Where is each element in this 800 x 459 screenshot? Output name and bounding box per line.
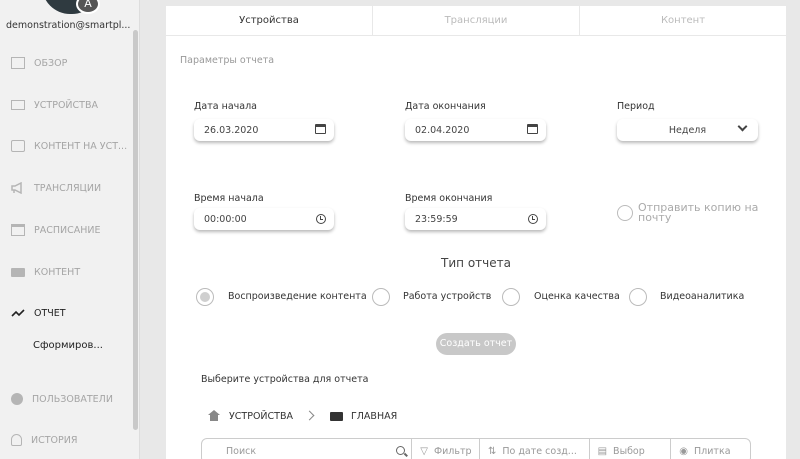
sidebar-item-content[interactable]: КОНТЕНТ [0, 257, 132, 287]
sidebar-item-label: УСТРОЙСТВА [34, 99, 98, 111]
sidebar-item-label: ИСТОРИЯ [31, 434, 78, 446]
send-copy-checkbox[interactable] [617, 205, 633, 221]
device-toolbar: Поиск ▽ Фильтр ⇅ По дате созд... ▤ Выбор… [201, 438, 751, 459]
send-copy-label[interactable]: Отправить копию на почту [638, 202, 758, 224]
start-time-value: 00:00:00 [204, 213, 247, 225]
clock-icon[interactable] [316, 214, 326, 224]
radio-video-analytics[interactable] [629, 288, 647, 306]
sidebar-item-label: ТРАНСЛЯЦИИ [34, 182, 102, 194]
radio-label[interactable]: Воспроизведение контента [228, 291, 367, 302]
period-label: Период [617, 101, 655, 112]
chevron-right-icon [304, 410, 315, 421]
view-label: Плитка [694, 445, 731, 457]
folder-icon [11, 267, 25, 277]
sidebar-item-label: КОНТЕНТ НА УСТ... [34, 140, 128, 152]
end-time-field[interactable]: 23:59:59 [405, 208, 546, 230]
filter-label: Фильтр [433, 445, 472, 457]
end-time-label: Время окончания [405, 193, 493, 204]
filter-button[interactable]: ▽ Фильтр [411, 439, 479, 459]
sidebar: A demonstration@smartpl... ОБЗОР УСТРОЙС… [0, 0, 140, 459]
sidebar-item-report[interactable]: ОТЧЕТ [0, 298, 132, 328]
select-button[interactable]: ▤ Выбор [588, 439, 671, 459]
sort-select[interactable]: ⇅ По дате созд... [479, 439, 589, 459]
clock-icon[interactable] [528, 214, 538, 224]
clipboard-icon: ▤ [597, 445, 608, 457]
tab-devices[interactable]: Устройства [166, 6, 373, 35]
send-copy-label-line2: почту [638, 211, 672, 224]
home-icon[interactable] [208, 410, 220, 421]
search-placeholder: Поиск [226, 445, 257, 457]
calendar-icon [11, 224, 25, 236]
view-toggle[interactable]: ◉ Плитка [670, 439, 750, 459]
breadcrumb-root[interactable]: УСТРОЙСТВА [229, 411, 293, 422]
search-icon[interactable] [396, 446, 406, 455]
user-email[interactable]: demonstration@smartpl... [6, 20, 134, 31]
sidebar-item-overview[interactable]: ОБЗОР [0, 48, 132, 78]
calendar-icon[interactable] [315, 124, 326, 134]
sidebar-scrollbar[interactable] [133, 30, 138, 430]
start-date-field[interactable]: 26.03.2020 [194, 119, 334, 141]
sidebar-item-label: ОБЗОР [34, 57, 68, 69]
sidebar-item-history[interactable]: ИСТОРИЯ [0, 425, 132, 455]
report-type-title: Тип отчета [441, 256, 511, 270]
bell-icon [11, 434, 22, 446]
start-time-field[interactable]: 00:00:00 [194, 208, 334, 230]
tab-content[interactable]: Контент [580, 6, 786, 35]
screen-content-icon [11, 140, 25, 152]
end-date-field[interactable]: 02.04.2020 [405, 119, 546, 141]
select-label: Выбор [613, 445, 645, 457]
folder-icon [330, 412, 343, 421]
radio-label[interactable]: Оценка качества [534, 291, 620, 302]
sidebar-item-label: ОТЧЕТ [34, 307, 66, 319]
sidebar-item-label: ПОЛЬЗОВАТЕЛИ [32, 393, 113, 405]
radio-device-work[interactable] [372, 288, 390, 306]
tab-bar: Устройства Трансляции Контент [166, 6, 786, 36]
sort-icon: ⇅ [488, 445, 497, 457]
monitor-icon [11, 100, 25, 110]
sidebar-item-label: КОНТЕНТ [34, 266, 81, 278]
end-date-label: Дата окончания [405, 101, 486, 112]
dashboard-icon [11, 57, 25, 69]
breadcrumb-current[interactable]: ГЛАВНАЯ [351, 411, 397, 422]
start-date-label: Дата начала [194, 101, 257, 112]
radio-label[interactable]: Работа устройств [403, 291, 491, 302]
filter-icon: ▽ [420, 445, 428, 457]
search-input[interactable]: Поиск [202, 439, 411, 459]
radio-label[interactable]: Видеоаналитика [660, 291, 744, 302]
create-report-button[interactable]: Создать отчет [436, 333, 516, 355]
sort-label: По дате созд... [502, 445, 577, 457]
report-panel: Устройства Трансляции Контент Параметры … [166, 6, 786, 459]
start-time-label: Время начала [194, 193, 264, 204]
start-date-value: 26.03.2020 [204, 124, 259, 136]
sidebar-item-label: РАСПИСАНИЕ [34, 224, 101, 236]
end-date-value: 02.04.2020 [415, 124, 470, 136]
period-select[interactable]: Неделя [617, 119, 758, 141]
section-title: Параметры отчета [180, 55, 275, 66]
sidebar-item-devices[interactable]: УСТРОЙСТВА [0, 90, 132, 120]
user-icon [11, 393, 23, 405]
sidebar-item-device-content[interactable]: КОНТЕНТ НА УСТ... [0, 131, 132, 161]
sidebar-item-users[interactable]: ПОЛЬЗОВАТЕЛИ [0, 384, 132, 414]
radio-quality[interactable] [502, 288, 520, 306]
megaphone-icon [11, 181, 25, 195]
sidebar-item-schedule[interactable]: РАСПИСАНИЕ [0, 215, 132, 245]
radio-content-playback[interactable] [196, 288, 214, 306]
eye-icon: ◉ [679, 445, 689, 457]
sidebar-item-broadcasts[interactable]: ТРАНСЛЯЦИИ [0, 173, 132, 203]
chart-line-icon [11, 307, 25, 319]
choose-devices-label: Выберите устройства для отчета [201, 374, 369, 385]
sidebar-subitem-generated[interactable]: Сформиров... [33, 340, 103, 351]
end-time-value: 23:59:59 [415, 213, 458, 225]
tab-broadcasts[interactable]: Трансляции [373, 6, 580, 35]
calendar-icon[interactable] [527, 124, 538, 134]
